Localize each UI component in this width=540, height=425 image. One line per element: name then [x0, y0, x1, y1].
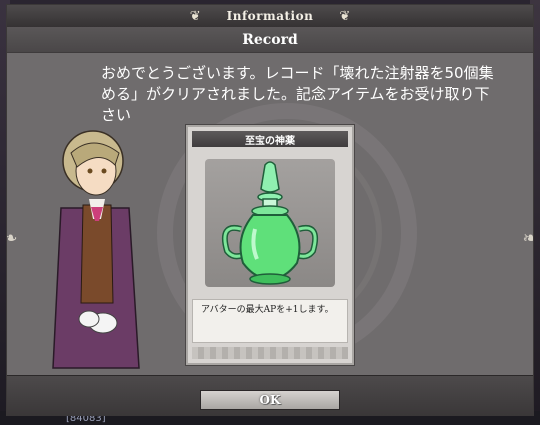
reward-item-image — [205, 159, 335, 287]
green-potion-bottle-icon — [221, 161, 319, 285]
record-title: Record — [242, 31, 298, 48]
character-portrait — [52, 130, 140, 369]
dialog-content: おめでとうございます。レコード「壊れた注射器を50個集める」がクリアされました。… — [7, 53, 533, 375]
left-side-ornament-icon: ❧ — [7, 227, 18, 249]
reward-item-card: 至宝の神薬 アバターの最大APを+1します。 — [186, 125, 354, 365]
reward-item-description: アバターの最大APを+1します。 — [192, 299, 348, 343]
record-header: Record — [7, 27, 533, 53]
fleur-ornament-icon: ❦ — [189, 8, 201, 24]
dialog-title: Information — [226, 9, 314, 23]
right-side-ornament-icon: ❧ — [522, 227, 533, 249]
card-decor-footer — [192, 347, 348, 359]
record-message: おめでとうございます。レコード「壊れた注射器を50個集める」がクリアされました。… — [101, 64, 494, 124]
ok-button[interactable]: OK — [200, 390, 340, 410]
dialog-footer: OK — [7, 375, 533, 416]
reward-item-name: 至宝の神薬 — [192, 131, 348, 147]
dialog-titlebar: ❦ Information ❦ — [7, 5, 533, 28]
information-dialog: ❦ Information ❦ Record おめでとうございます。レコード「壊… — [6, 4, 534, 416]
fleur-ornament-icon: ❦ — [339, 8, 351, 24]
